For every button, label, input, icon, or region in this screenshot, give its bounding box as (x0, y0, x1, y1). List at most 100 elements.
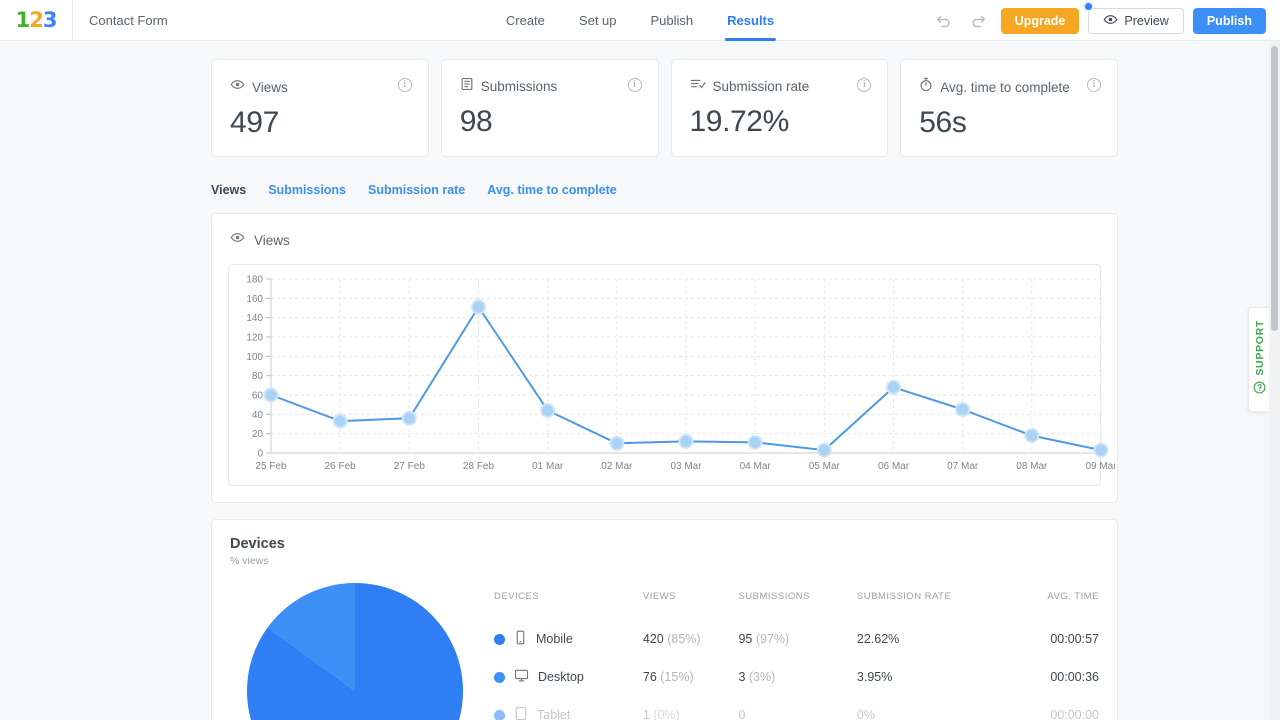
logo-digit-3: 3 (42, 7, 58, 32)
svg-text:40: 40 (252, 410, 264, 421)
table-header-row: DEVICES VIEWS SUBMISSIONS SUBMISSION RAT… (494, 591, 1099, 620)
logo-digit-2: 2 (29, 7, 44, 32)
svg-text:05 Mar: 05 Mar (809, 461, 841, 472)
device-avg-time: 00:00:36 (1050, 670, 1099, 684)
svg-text:28 Feb: 28 Feb (463, 461, 495, 472)
top-bar: 123 Contact Form Create Set up Publish R… (0, 0, 1280, 41)
stat-card-value: 56s (919, 106, 967, 139)
metric-subnav: Views Submissions Submission rate Avg. t… (0, 157, 1268, 197)
stat-card-label: Submissions (480, 79, 558, 94)
logo-digit-1: 1 (15, 7, 31, 32)
svg-text:120: 120 (246, 333, 263, 344)
desktop-icon (514, 668, 529, 686)
stopwatch-icon (919, 77, 933, 97)
svg-text:180: 180 (246, 275, 263, 286)
tab-publish[interactable]: Publish (651, 0, 694, 41)
subnav-item-submissions[interactable]: Submissions (268, 183, 346, 197)
svg-text:100: 100 (246, 352, 263, 363)
info-icon[interactable]: i (627, 78, 642, 92)
column-views: VIEWS (642, 591, 676, 602)
tab-setup[interactable]: Set up (579, 0, 617, 41)
svg-text:80: 80 (252, 371, 264, 382)
subnav-item-avg-time[interactable]: Avg. time to complete (487, 183, 616, 197)
device-submissions: 3 (738, 670, 746, 684)
stat-card-views: Views i 497 (211, 59, 429, 157)
top-actions: Upgrade Preview Publish (931, 0, 1266, 41)
svg-text:08 Mar: 08 Mar (1016, 461, 1048, 472)
views-line-chart[interactable]: 0 20 40 60 80 100 120 140 160 180 25 Feb 26 Feb 27 F… (228, 264, 1115, 486)
device-name: Tablet (537, 708, 571, 720)
stat-card-value: 497 (230, 106, 279, 139)
upgrade-button[interactable]: Upgrade (1000, 7, 1080, 34)
devices-pie-chart[interactable] (230, 575, 480, 720)
table-row[interactable]: Tablet 1 (0%) 0 0% 00:00:00 (494, 696, 1099, 720)
devices-title: Devices (230, 536, 285, 552)
device-avg-time: 00:00:00 (1050, 708, 1099, 720)
svg-text:26 Feb: 26 Feb (325, 461, 357, 472)
publish-button[interactable]: Publish (1192, 7, 1266, 34)
series-color-dot (494, 709, 505, 720)
svg-text:04 Mar: 04 Mar (740, 461, 772, 472)
svg-text:140: 140 (246, 313, 263, 324)
devices-table: DEVICES VIEWS SUBMISSIONS SUBMISSION RAT… (480, 575, 1099, 720)
form-title[interactable]: Contact Form (73, 13, 168, 28)
preview-button[interactable]: Preview (1083, 0, 1184, 34)
stat-card-label: Submission rate (712, 79, 810, 94)
column-submissions: SUBMISSIONS (738, 591, 810, 602)
device-views-pct: (15%) (660, 670, 694, 684)
views-chart-title: Views (254, 232, 290, 248)
stat-cards: Views i 497 Submissions i 98 Submission … (0, 41, 1268, 157)
notification-badge (1083, 0, 1095, 12)
device-name: Desktop (538, 670, 584, 684)
svg-text:160: 160 (246, 294, 263, 305)
device-views-pct: (0%) (653, 708, 680, 720)
series-color-dot (494, 671, 505, 683)
support-tab[interactable]: SUPPORT (1248, 307, 1270, 412)
device-submission-rate: 22.62% (856, 632, 900, 646)
scrollbar-thumb[interactable] (1271, 46, 1278, 331)
svg-text:60: 60 (252, 391, 264, 402)
svg-text:07 Mar: 07 Mar (947, 461, 979, 472)
column-devices: DEVICES (494, 591, 540, 602)
info-icon[interactable]: i (1087, 78, 1101, 92)
column-submission-rate: SUBMISSION RATE (856, 591, 952, 602)
svg-text:06 Mar: 06 Mar (878, 461, 910, 472)
stat-card-value: 98 (459, 105, 493, 138)
devices-subtitle: % views (230, 555, 269, 567)
device-views: 1 (642, 708, 650, 720)
device-submission-rate: 0% (856, 708, 875, 720)
subnav-item-submission-rate[interactable]: Submission rate (368, 183, 465, 197)
stat-card-label: Avg. time to complete (940, 79, 1070, 95)
info-icon[interactable]: i (397, 78, 412, 92)
tablet-icon (514, 706, 528, 720)
device-views: 420 (642, 632, 664, 646)
question-circle-icon (1253, 381, 1266, 399)
tab-create[interactable]: Create (506, 0, 545, 41)
svg-text:09 Mar: 09 Mar (1085, 461, 1115, 472)
table-row[interactable]: Desktop 76 (15%) 3 (3%) 3.95% 00:00:36 (494, 658, 1099, 696)
device-submissions: 0 (738, 708, 746, 720)
redo-icon[interactable] (966, 8, 992, 34)
table-row[interactable]: Mobile 420 (85%) 95 (97%) 22.62% 00:00:5… (494, 620, 1099, 658)
subnav-item-views[interactable]: Views (211, 183, 246, 197)
stat-card-label: Views (252, 79, 288, 95)
main-tabs: Create Set up Publish Results (506, 0, 777, 41)
support-label: SUPPORT (1253, 319, 1266, 376)
preview-label: Preview (1124, 13, 1169, 28)
rate-icon (690, 77, 706, 96)
eye-icon (1103, 12, 1118, 30)
app-logo[interactable]: 123 (0, 7, 72, 32)
tab-results[interactable]: Results (725, 0, 777, 41)
mobile-icon (514, 630, 527, 648)
svg-text:25 Feb: 25 Feb (255, 461, 287, 472)
undo-icon[interactable] (931, 8, 957, 34)
eye-icon (230, 77, 245, 97)
devices-panel: Devices % views DEVICES VIEWS SUBMISSION… (211, 519, 1118, 720)
column-avg-time: AVG. TIME (1047, 591, 1099, 602)
stat-card-value: 19.72% (689, 105, 790, 138)
device-submissions-pct: (97%) (755, 632, 790, 646)
svg-text:03 Mar: 03 Mar (670, 461, 702, 472)
device-avg-time: 00:00:57 (1050, 632, 1099, 646)
stat-card-submission-rate: Submission rate i 19.72% (670, 59, 889, 157)
device-submissions: 95 (738, 632, 753, 646)
